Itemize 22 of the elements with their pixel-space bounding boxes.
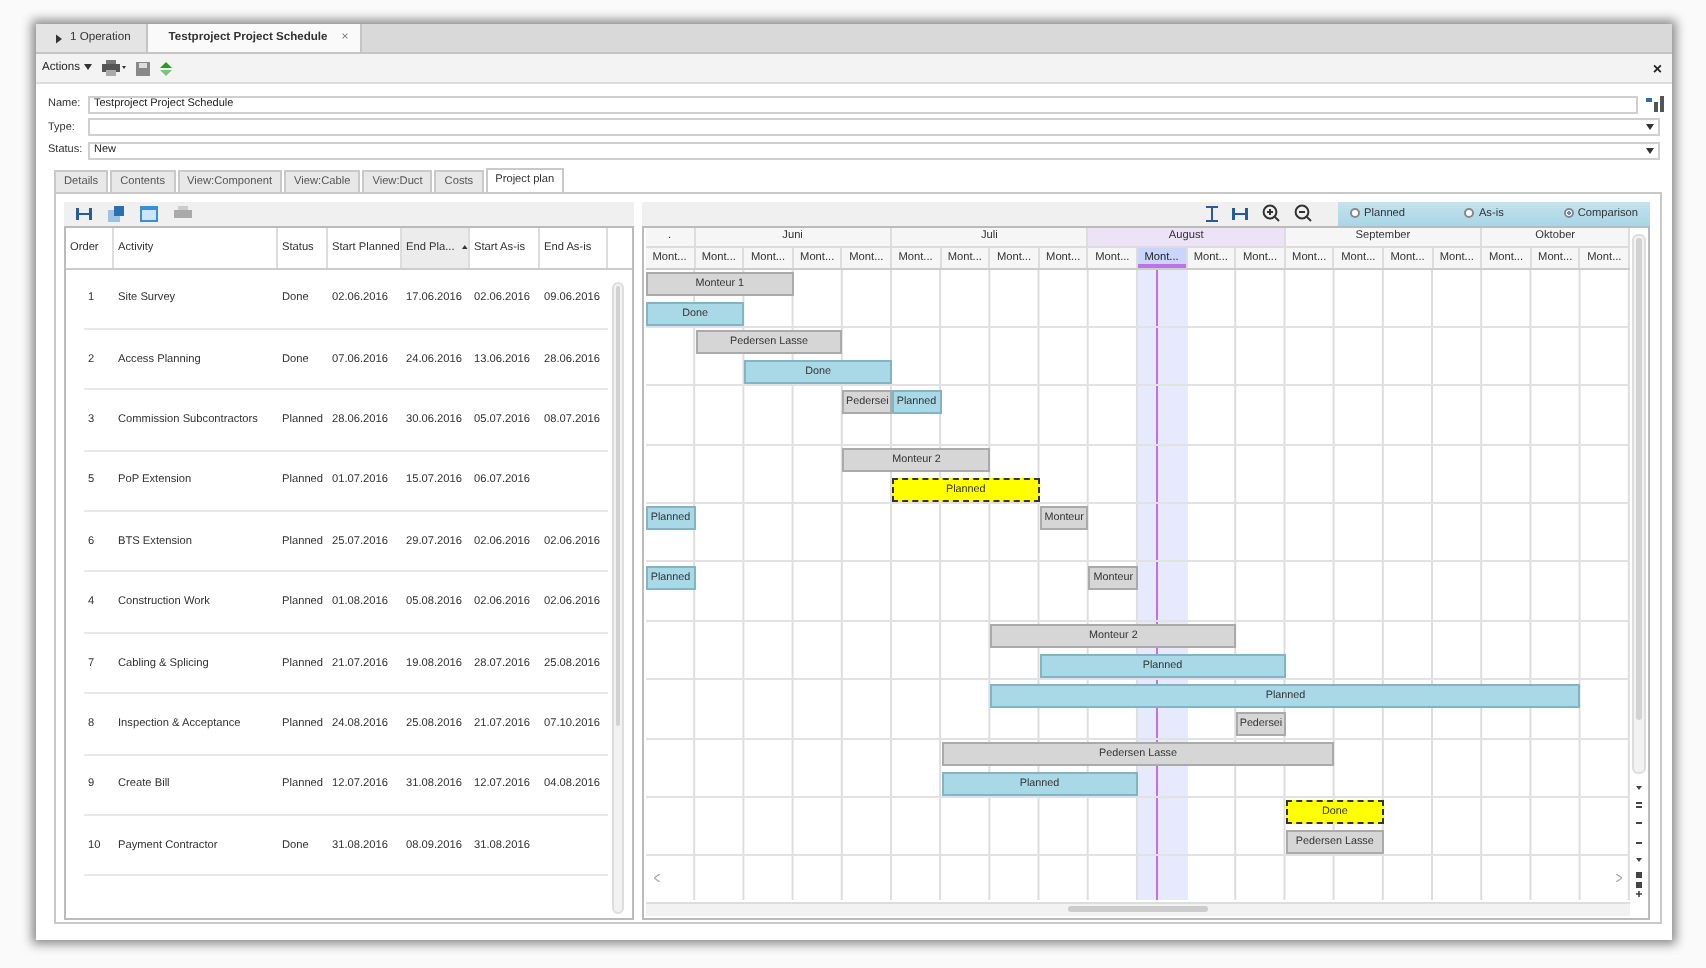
expand-icon[interactable] xyxy=(76,207,92,219)
zoom-out-icon[interactable] xyxy=(1294,204,1312,222)
navigation-buttons-icon[interactable] xyxy=(1634,782,1644,902)
calendar-icon[interactable] xyxy=(140,205,158,221)
horizontal-scrollbar[interactable] xyxy=(646,902,1630,916)
zoom-in-icon[interactable] xyxy=(1262,204,1280,222)
save-icon[interactable] xyxy=(135,61,150,75)
close-button[interactable]: × xyxy=(1648,59,1666,77)
caret-icon xyxy=(1646,124,1654,131)
fit-height-icon[interactable] xyxy=(1206,205,1218,221)
scroll-left-icon[interactable] xyxy=(654,874,660,883)
caret-icon xyxy=(1646,147,1654,154)
scroll-right-icon[interactable] xyxy=(1616,874,1622,883)
sort-arrow-icon xyxy=(462,244,468,250)
printer-icon[interactable] xyxy=(101,60,126,76)
expand-arrow-icon xyxy=(56,33,62,43)
vertical-scrollbar[interactable] xyxy=(612,281,624,914)
vertical-scrollbar[interactable] xyxy=(1632,233,1646,774)
expand-icon[interactable] xyxy=(1232,207,1248,219)
dropdown-field[interactable] xyxy=(88,118,1660,137)
refresh-icon[interactable] xyxy=(159,61,172,75)
caret-icon xyxy=(83,64,92,70)
